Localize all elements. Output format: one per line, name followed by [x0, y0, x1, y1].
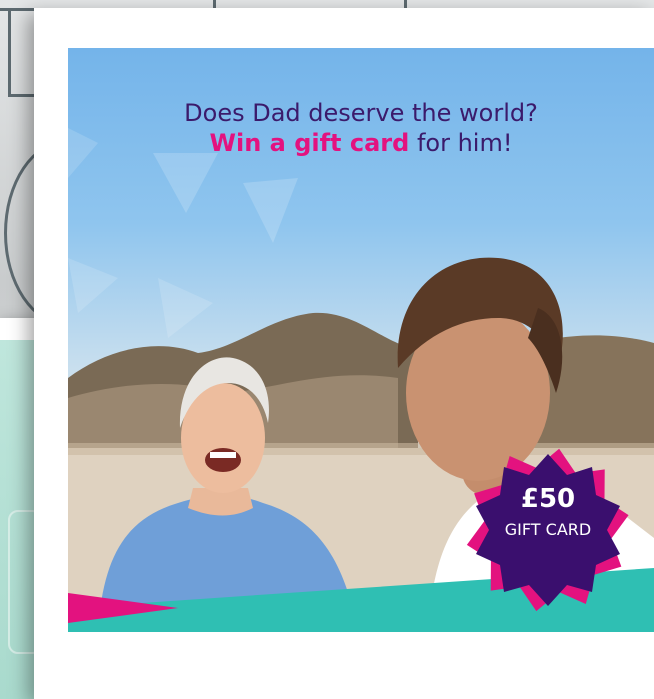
promo-card[interactable]: Does Dad deserve the world? Win a gift c…: [34, 8, 654, 699]
promo-headline: Does Dad deserve the world? Win a gift c…: [68, 98, 654, 158]
sketch-line: [8, 8, 11, 96]
promo-image: Does Dad deserve the world? Win a gift c…: [68, 48, 654, 632]
headline-highlight: Win a gift card: [209, 129, 410, 157]
headline-line-2: Win a gift card for him!: [68, 128, 654, 158]
badge-label: GIFT CARD: [504, 520, 592, 539]
headline-rest: for him!: [409, 129, 513, 157]
card-footer: [68, 632, 654, 699]
headline-line-1: Does Dad deserve the world?: [184, 99, 538, 127]
badge-amount: £50: [520, 484, 576, 514]
